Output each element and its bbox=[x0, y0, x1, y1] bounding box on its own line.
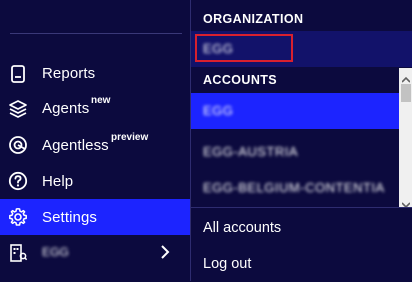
agentless-icon bbox=[8, 135, 28, 155]
help-icon bbox=[8, 171, 28, 191]
account-name: EGG-BELGIUM-CONTENTIA bbox=[203, 180, 385, 195]
organization-header: ORGANIZATION bbox=[191, 7, 412, 31]
account-item[interactable]: EGG bbox=[191, 93, 399, 129]
accounts-header: ACCOUNTS bbox=[191, 68, 412, 92]
all-accounts-label: All accounts bbox=[203, 220, 282, 236]
chevron-right-icon[interactable] bbox=[160, 245, 170, 259]
new-badge: new bbox=[91, 95, 111, 106]
nav-item-label: Help bbox=[42, 173, 74, 190]
organization-name: EGG bbox=[42, 245, 69, 259]
nav-item-agentless[interactable]: Agentless preview bbox=[0, 127, 190, 163]
accounts-scrollbar[interactable] bbox=[399, 68, 412, 209]
account-item[interactable]: EGG-AUSTRIA bbox=[191, 133, 399, 169]
logout-link[interactable]: Log out bbox=[191, 246, 412, 282]
accounts-list: EGG EGG-AUSTRIA EGG-BELGIUM-CONTENTIA bbox=[191, 93, 399, 207]
account-name: EGG-AUSTRIA bbox=[203, 144, 299, 159]
nav-item-label: Reports bbox=[42, 65, 96, 82]
dropdown-divider bbox=[191, 207, 412, 208]
nav-item-reports[interactable]: Reports bbox=[0, 56, 190, 92]
nav-item-settings[interactable]: Settings bbox=[0, 199, 190, 235]
nav-item-agents[interactable]: Agents new bbox=[0, 91, 190, 127]
preview-badge: preview bbox=[111, 132, 149, 143]
logout-label: Log out bbox=[203, 256, 252, 272]
scroll-down-icon[interactable] bbox=[401, 196, 411, 209]
layers-icon bbox=[8, 99, 28, 119]
account-name: EGG bbox=[203, 103, 234, 118]
scroll-up-icon[interactable] bbox=[401, 71, 411, 83]
nav-item-label: Agentless bbox=[42, 137, 109, 154]
organization-value: EGG bbox=[203, 41, 234, 56]
nav-item-help[interactable]: Help bbox=[0, 163, 190, 199]
nav-item-label: Settings bbox=[42, 209, 97, 226]
all-accounts-link[interactable]: All accounts bbox=[191, 210, 412, 246]
nav-divider bbox=[10, 33, 182, 34]
nav-item-label: Agents bbox=[42, 100, 90, 117]
organization-row[interactable]: EGG bbox=[191, 31, 412, 67]
nav-item-organization[interactable]: EGG bbox=[0, 235, 190, 271]
side-nav: Reports Agents new Agentless preview Hel… bbox=[0, 0, 190, 281]
org-icon bbox=[8, 243, 28, 263]
account-item[interactable]: EGG-BELGIUM-CONTENTIA bbox=[191, 169, 399, 205]
organization-dropdown: ORGANIZATION EGG ACCOUNTS EGG EGG-AUSTRI… bbox=[190, 0, 412, 281]
gear-icon bbox=[8, 207, 28, 227]
reports-icon bbox=[8, 64, 28, 84]
scrollbar-thumb[interactable] bbox=[401, 84, 411, 102]
